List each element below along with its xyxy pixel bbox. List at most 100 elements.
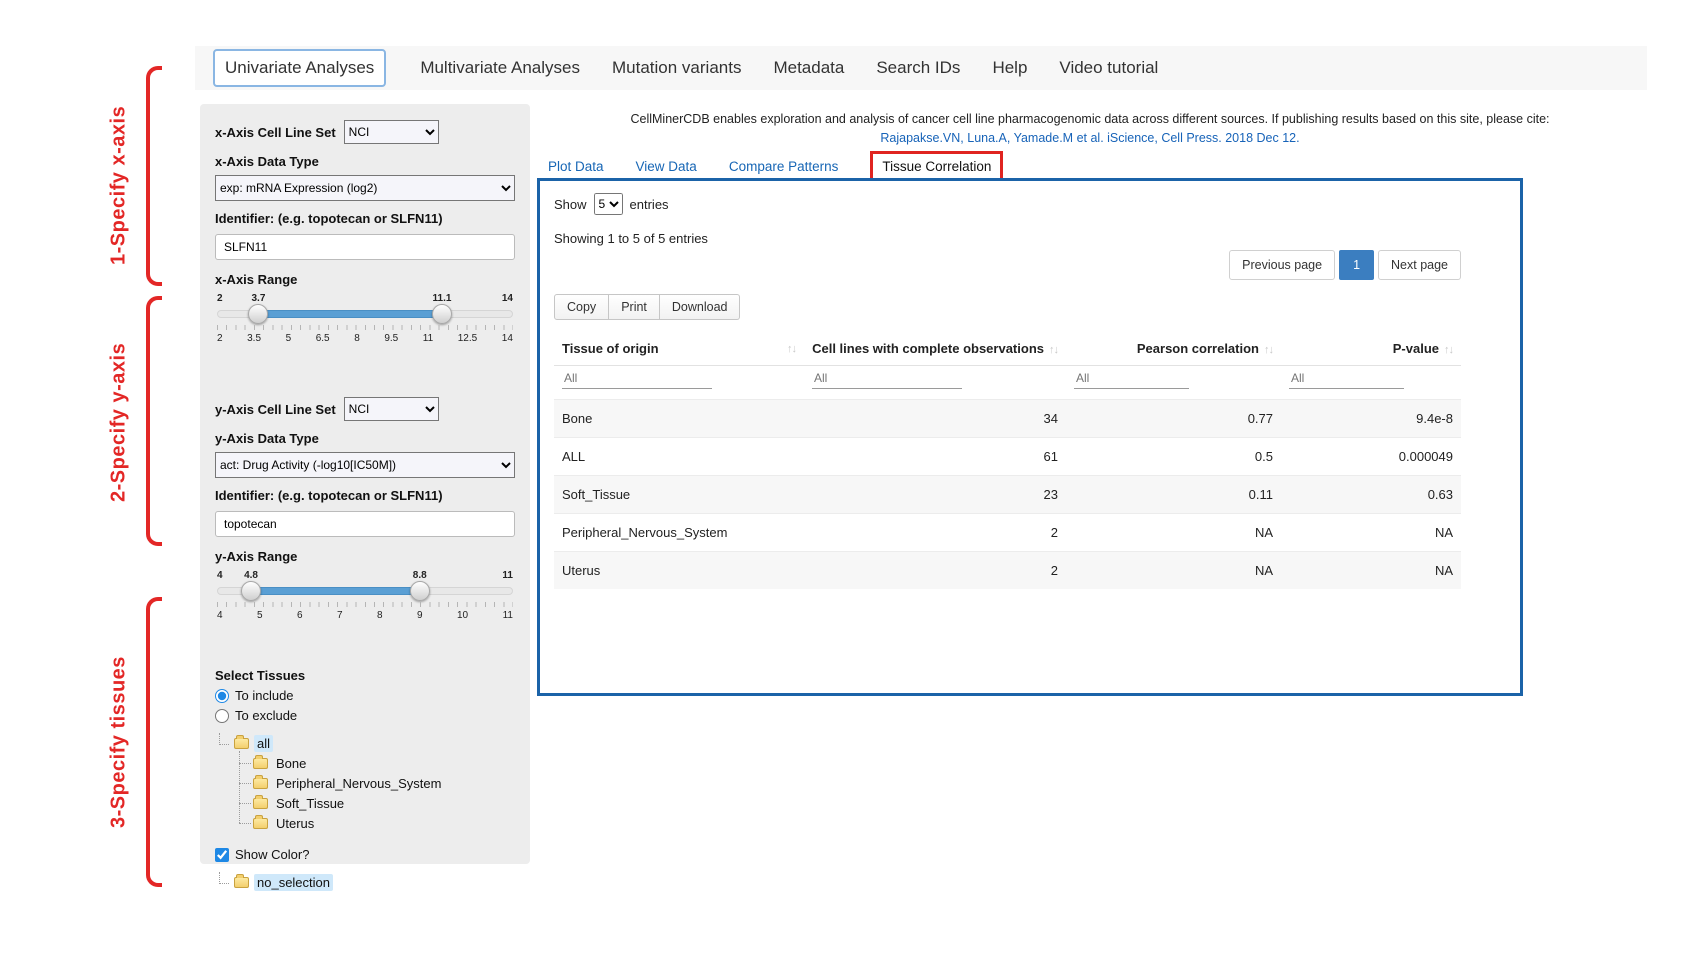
column-header-label: Pearson correlation	[1137, 341, 1259, 356]
annotation-specify-x-axis: 1-Specify x-axis	[102, 85, 136, 285]
citation-link[interactable]: Rajapakse.VN, Luna.A, Yamade.M et al. iS…	[540, 129, 1640, 148]
tree-connector	[219, 872, 229, 884]
tab-mutation-variants[interactable]: Mutation variants	[612, 58, 741, 78]
x-range-max-label: 14	[502, 293, 513, 304]
cell-tissue: Uterus	[554, 552, 804, 590]
slider-tick-labels: 4 5 6 7 8 9 10 11	[217, 610, 513, 621]
column-header-pearson-correlation[interactable]: Pearson correlation↑↓	[1066, 332, 1281, 366]
show-color-checkbox[interactable]	[215, 848, 229, 862]
show-entries-row: Show 5 entries	[554, 193, 1506, 215]
slider-tick-label: 3.5	[247, 333, 261, 344]
y-range-min-label: 4	[217, 570, 223, 581]
download-button[interactable]: Download	[660, 294, 741, 320]
tree-item-bone[interactable]: Bone	[239, 753, 515, 773]
y-axis-cell-line-set-select[interactable]: NCI	[344, 397, 439, 421]
exclude-radio-label: To exclude	[235, 708, 297, 723]
slider-tick-label: 14	[502, 333, 513, 344]
slider-selected-range	[258, 310, 442, 318]
current-page-button[interactable]: 1	[1339, 250, 1374, 280]
table-row: Soft_Tissue 23 0.11 0.63	[554, 476, 1461, 514]
tab-video-tutorial[interactable]: Video tutorial	[1059, 58, 1158, 78]
cell-p-value: NA	[1281, 552, 1461, 590]
tree-item-label: Bone	[273, 755, 309, 772]
slider-tick-label: 8	[354, 333, 360, 344]
print-button[interactable]: Print	[609, 294, 660, 320]
control-sidebar: x-Axis Cell Line Set NCI x-Axis Data Typ…	[200, 104, 530, 864]
tree-item-all[interactable]: all	[219, 733, 515, 753]
copy-button[interactable]: Copy	[554, 294, 609, 320]
tree-item-uterus[interactable]: Uterus	[239, 813, 515, 833]
slider-tick-label: 2	[217, 333, 223, 344]
cell-pearson: NA	[1066, 552, 1281, 590]
slider-tick-label: 5	[286, 333, 292, 344]
x-axis-range-slider: 2 3.7 11.1 14 2 3.5 5 6.5 8 9.5 11 12.5 …	[217, 293, 513, 351]
tab-search-ids[interactable]: Search IDs	[876, 58, 960, 78]
slider-tick-label: 11	[503, 610, 513, 621]
x-axis-cell-line-set-select[interactable]: NCI	[344, 120, 439, 144]
tab-view-data[interactable]: View Data	[636, 159, 697, 174]
y-axis-cell-line-set-label: y-Axis Cell Line Set	[215, 402, 336, 417]
table-row: Peripheral_Nervous_System 2 NA NA	[554, 514, 1461, 552]
tab-help[interactable]: Help	[992, 58, 1027, 78]
table-header-row: Tissue of origin ↑↓ Cell lines with comp…	[554, 332, 1461, 366]
tissue-tree: all Bone Peripheral_Nervous_System Soft_…	[219, 733, 515, 833]
filter-pearson-input[interactable]	[1074, 368, 1189, 389]
tab-compare-patterns[interactable]: Compare Patterns	[729, 159, 839, 174]
folder-icon	[253, 758, 268, 769]
tree-item-soft-tissue[interactable]: Soft_Tissue	[239, 793, 515, 813]
x-axis-identifier-input[interactable]	[215, 234, 515, 260]
tree-item-no-selection[interactable]: no_selection	[219, 872, 515, 892]
folder-icon	[253, 778, 268, 789]
include-radio-row[interactable]: To include	[215, 688, 515, 703]
slider-handle-right[interactable]	[410, 581, 430, 601]
tab-univariate-analyses[interactable]: Univariate Analyses	[213, 49, 386, 87]
include-radio-label: To include	[235, 688, 294, 703]
tab-metadata[interactable]: Metadata	[773, 58, 844, 78]
x-axis-section: x-Axis Cell Line Set NCI x-Axis Data Typ…	[215, 120, 515, 351]
table-export-buttons: Copy Print Download	[554, 294, 1506, 320]
y-axis-data-type-select[interactable]: act: Drug Activity (-log10[IC50M])	[215, 452, 515, 478]
annotation-bracket-2	[146, 296, 162, 546]
show-color-row[interactable]: Show Color?	[215, 847, 515, 862]
filter-cell-lines-input[interactable]	[812, 368, 962, 389]
slider-tick-labels: 2 3.5 5 6.5 8 9.5 11 12.5 14	[217, 333, 513, 344]
x-axis-data-type-select[interactable]: exp: mRNA Expression (log2)	[215, 175, 515, 201]
x-range-to-label: 11.1	[432, 293, 451, 304]
sort-icon: ↑↓	[1444, 344, 1453, 356]
cell-pearson: NA	[1066, 514, 1281, 552]
previous-page-button[interactable]: Previous page	[1229, 250, 1335, 280]
column-header-tissue-of-origin[interactable]: Tissue of origin ↑↓	[554, 332, 804, 366]
slider-minor-ticks	[217, 602, 513, 607]
slider-handle-left[interactable]	[241, 581, 261, 601]
tab-plot-data[interactable]: Plot Data	[548, 159, 604, 174]
y-axis-data-type-label: y-Axis Data Type	[215, 431, 515, 446]
cell-cell-lines: 34	[804, 400, 1066, 438]
correlation-table: Tissue of origin ↑↓ Cell lines with comp…	[554, 332, 1461, 589]
slider-minor-ticks	[217, 325, 513, 330]
cell-tissue: Soft_Tissue	[554, 476, 804, 514]
filter-tissue-input[interactable]	[562, 368, 712, 389]
cell-pearson: 0.11	[1066, 476, 1281, 514]
tree-item-label: Peripheral_Nervous_System	[273, 775, 444, 792]
column-header-cell-lines[interactable]: Cell lines with complete observations↑↓	[804, 332, 1066, 366]
tab-multivariate-analyses[interactable]: Multivariate Analyses	[420, 58, 580, 78]
tissues-section: Select Tissues To include To exclude all…	[215, 668, 515, 892]
slider-handle-right[interactable]	[432, 304, 452, 324]
filter-p-value-input[interactable]	[1289, 368, 1404, 389]
y-axis-section: y-Axis Cell Line Set NCI y-Axis Data Typ…	[215, 397, 515, 628]
column-header-p-value[interactable]: P-value↑↓	[1281, 332, 1461, 366]
slider-handle-left[interactable]	[248, 304, 268, 324]
next-page-button[interactable]: Next page	[1378, 250, 1461, 280]
y-axis-identifier-input[interactable]	[215, 511, 515, 537]
tree-item-label: no_selection	[254, 874, 333, 891]
entries-select[interactable]: 5	[594, 193, 623, 215]
table-filter-row	[554, 366, 1461, 400]
exclude-radio-row[interactable]: To exclude	[215, 708, 515, 723]
tree-item-label: Soft_Tissue	[273, 795, 347, 812]
exclude-radio[interactable]	[215, 709, 229, 723]
slider-tick-label: 6	[297, 610, 303, 621]
y-range-from-label: 4.8	[244, 570, 258, 581]
slider-tick-label: 8	[377, 610, 383, 621]
include-radio[interactable]	[215, 689, 229, 703]
tree-item-peripheral-nervous-system[interactable]: Peripheral_Nervous_System	[239, 773, 515, 793]
